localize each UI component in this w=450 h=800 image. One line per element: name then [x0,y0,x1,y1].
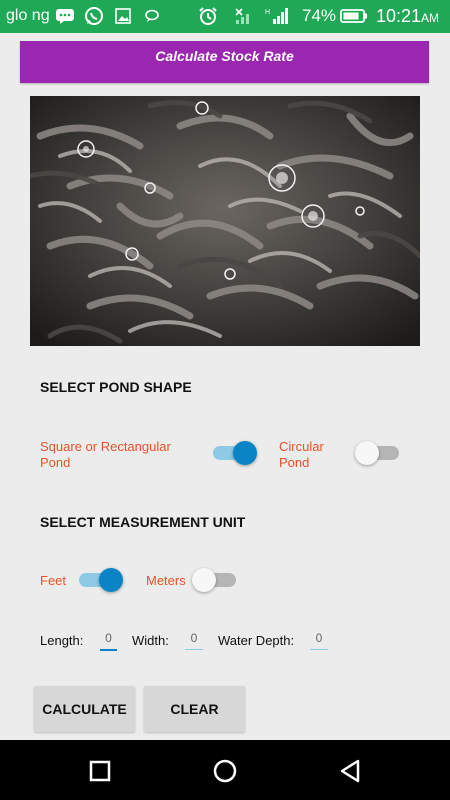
whatsapp-icon [83,7,105,25]
chat-icon [143,7,161,25]
signal-icon: H [265,7,291,25]
square-rectangular-switch[interactable] [211,439,257,467]
circular-pond-switch[interactable] [355,439,401,467]
feet-switch[interactable] [77,566,123,594]
width-label: Width: [132,633,169,648]
width-input[interactable]: 0 [185,631,203,650]
length-input[interactable]: 0 [100,631,117,651]
app-header: Calculate Stock Rate [20,41,429,83]
circular-pond-label: Circular Pond [279,439,324,470]
sms-icon [54,7,76,25]
recents-icon[interactable] [83,754,117,788]
svg-text:H: H [265,9,270,16]
catfish-pond-image [30,96,420,346]
pond-shape-title: SELECT POND SHAPE [40,379,192,395]
clear-button[interactable]: CLEAR [144,686,245,732]
battery-percent: 74% [302,6,337,25]
meters-label: Meters [146,573,186,588]
page-title: Calculate Stock Rate [155,48,294,64]
gallery-icon [114,7,132,25]
feet-label: Feet [40,573,67,588]
water-depth-input[interactable]: 0 [310,631,328,650]
status-bar: glo ng H 74% 10:21AM [0,0,450,33]
square-rectangular-label: Square or Rectangular Pond [40,439,171,470]
alarm-icon [197,7,219,25]
battery-icon [339,7,369,25]
navigation-bar [0,740,450,800]
carrier-name: glo ng [6,7,50,24]
meters-switch[interactable] [192,566,238,594]
back-icon[interactable] [333,754,367,788]
length-label: Length: [40,633,84,648]
wifi-off-icon [234,7,256,25]
home-icon[interactable] [208,754,242,788]
measurement-unit-title: SELECT MEASUREMENT UNIT [40,514,246,530]
calculate-button[interactable]: CALCULATE [34,686,135,732]
clock: 10:21AM [376,6,440,26]
water-depth-label: Water Depth: [218,633,295,648]
